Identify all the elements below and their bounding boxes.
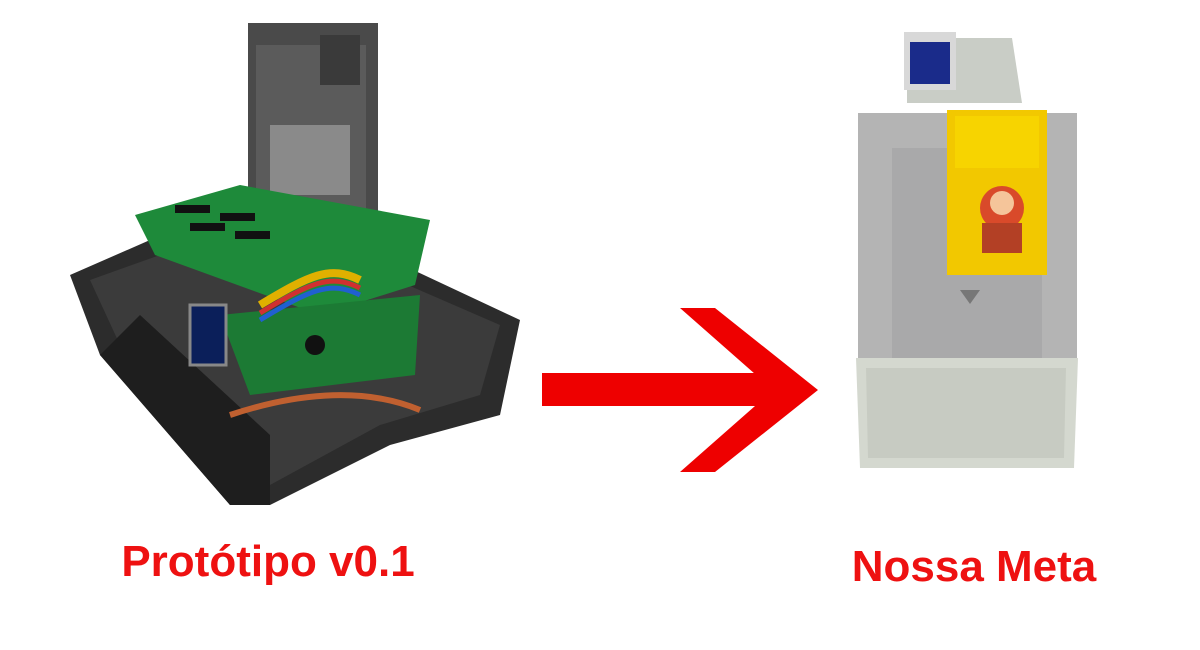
prototype-photo [70,23,520,505]
prototype-lcd [188,303,228,367]
target-photo [856,32,1078,468]
goal-caption: Nossa Meta [851,542,1097,591]
arrow-right-icon [542,308,818,472]
prototype-caption: Protótipo v0.1 [121,537,415,586]
